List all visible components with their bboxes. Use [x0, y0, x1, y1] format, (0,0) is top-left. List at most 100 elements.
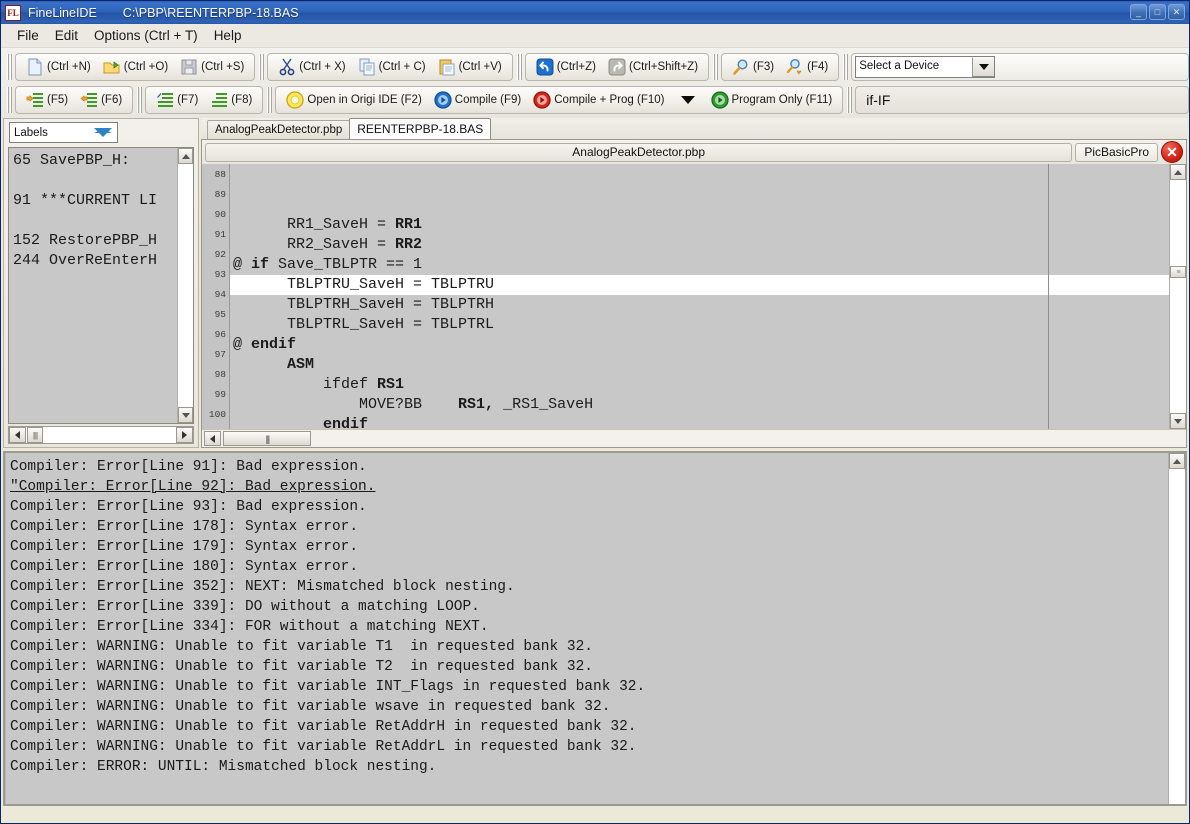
indent-right-button[interactable]: (F5) — [21, 88, 73, 112]
toolbar-grip-icon-2[interactable] — [258, 54, 265, 80]
open-in-original-ide-button[interactable]: Open in Origi IDE (F2) — [281, 88, 426, 112]
compile-button[interactable]: Compile (F9) — [429, 88, 526, 112]
undo-button[interactable]: (Ctrl+Z) — [531, 55, 601, 79]
toolbar-grip-icon-6[interactable] — [6, 87, 13, 113]
output-line[interactable]: Compiler: Error[Line 334]: FOR without a… — [10, 617, 1168, 637]
code-line[interactable]: @ endif — [230, 335, 1169, 355]
program-only-button[interactable]: Program Only (F11) — [706, 88, 838, 112]
indent-left-button[interactable]: (F6) — [75, 88, 127, 112]
code-line[interactable]: ifdef RS1 — [230, 375, 1169, 395]
output-line[interactable]: Compiler: WARNING: Unable to fit variabl… — [10, 637, 1168, 657]
code-text[interactable]: RR1_SaveH = RR1 RR2_SaveH = RR2@ if Save… — [230, 164, 1169, 429]
output-line[interactable]: Compiler: WARNING: Unable to fit variabl… — [10, 677, 1168, 697]
list-item[interactable]: 91 ***CURRENT LI — [13, 191, 177, 211]
copy-button[interactable]: (Ctrl + C) — [353, 55, 431, 79]
scrollbar-track[interactable]: ≡ — [1170, 180, 1186, 413]
code-line[interactable]: RR1_SaveH = RR1 — [230, 215, 1169, 235]
find-next-button[interactable]: (F4) — [781, 55, 833, 79]
scrollbar-track[interactable] — [311, 431, 1184, 446]
code-line[interactable]: TBLPTRH_SaveH = TBLPTRH — [230, 295, 1169, 315]
device-select[interactable]: Select a Device — [855, 56, 995, 78]
code-line[interactable]: @ if Save_TBLPTR == 1 — [230, 255, 1169, 275]
maximize-button[interactable]: □ — [1149, 4, 1166, 20]
paste-button[interactable]: (Ctrl +V) — [433, 55, 507, 79]
scroll-right-button[interactable] — [176, 427, 193, 443]
code-line[interactable]: MOVE?BB RS1, _RS1_SaveH — [230, 395, 1169, 415]
minimize-button[interactable]: _ — [1130, 4, 1147, 20]
scrollbar-thumb[interactable]: |||| — [223, 431, 311, 446]
build-options-dropdown-icon[interactable] — [681, 96, 695, 104]
code-horizontal-scrollbar[interactable]: |||| — [202, 429, 1186, 447]
output-line[interactable]: Compiler: Error[Line 178]: Syntax error. — [10, 517, 1168, 537]
list-item[interactable] — [13, 211, 177, 231]
output-line[interactable]: Compiler: Error[Line 180]: Syntax error. — [10, 557, 1168, 577]
scroll-up-button[interactable] — [1169, 453, 1185, 469]
toolbar-grip-icon[interactable] — [6, 54, 13, 80]
compile-and-program-button[interactable]: Compile + Prog (F10) — [528, 88, 669, 112]
list-item[interactable]: 152 RestorePBP_H — [13, 231, 177, 251]
new-file-button[interactable]: (Ctrl +N) — [21, 55, 96, 79]
labels-list[interactable]: 65 SavePBP_H: 91 ***CURRENT LI 152 Resto… — [9, 148, 177, 423]
scroll-up-button[interactable] — [1170, 164, 1186, 180]
redo-button[interactable]: (Ctrl+Shift+Z) — [603, 55, 703, 79]
scrollbar-track[interactable] — [43, 427, 176, 443]
output-line[interactable]: Compiler: WARNING: Unable to fit variabl… — [10, 717, 1168, 737]
output-line[interactable]: Compiler: WARNING: Unable to fit variabl… — [10, 697, 1168, 717]
labels-horizontal-scrollbar[interactable]: |||| — [8, 426, 194, 444]
device-select-arrow[interactable] — [972, 57, 994, 77]
output-line[interactable]: "Compiler: Error[Line 92]: Bad expressio… — [10, 477, 1168, 497]
list-item[interactable]: 244 OverReEnterH — [13, 251, 177, 271]
scroll-down-button[interactable] — [1170, 413, 1186, 429]
output-line[interactable]: Compiler: Error[Line 352]: NEXT: Mismatc… — [10, 577, 1168, 597]
labels-vertical-scrollbar[interactable] — [177, 148, 193, 423]
menu-item-help[interactable]: Help — [206, 26, 250, 45]
menu-item-edit[interactable]: Edit — [47, 26, 86, 45]
toolbar-grip-icon-9[interactable] — [846, 87, 853, 113]
code-line[interactable]: RR2_SaveH = RR2 — [230, 235, 1169, 255]
scrollbar-thumb[interactable]: |||| — [27, 427, 43, 443]
language-chip[interactable]: PicBasicPro — [1075, 143, 1158, 162]
compiler-output-text[interactable]: Compiler: Error[Line 91]: Bad expression… — [5, 453, 1168, 804]
list-item[interactable]: 65 SavePBP_H: — [13, 151, 177, 171]
scroll-down-button[interactable] — [178, 407, 193, 423]
toolbar-grip-icon-7[interactable] — [136, 87, 143, 113]
tab-reenterpbp[interactable]: REENTERPBP-18.BAS — [349, 118, 491, 139]
output-line[interactable]: Compiler: Error[Line 339]: DO without a … — [10, 597, 1168, 617]
labels-select[interactable]: Labels — [9, 122, 118, 143]
code-line[interactable]: TBLPTRU_SaveH = TBLPTRU — [230, 275, 1169, 295]
toolbar-grip-icon-8[interactable] — [266, 87, 273, 113]
tab-analogpeakdetector[interactable]: AnalogPeakDetector.pbp — [207, 120, 350, 139]
toolbar-grip-icon-3[interactable] — [516, 54, 523, 80]
scrollbar-thumb[interactable]: ≡ — [1170, 266, 1186, 278]
code-line[interactable]: TBLPTRL_SaveH = TBLPTRL — [230, 315, 1169, 335]
scrollbar-track[interactable] — [1169, 469, 1185, 804]
device-select-value[interactable]: Select a Device — [856, 57, 972, 77]
menu-item-file[interactable]: File — [9, 26, 47, 45]
close-button[interactable]: ✕ — [1168, 4, 1185, 20]
scroll-up-button[interactable] — [178, 148, 193, 164]
close-circle-icon[interactable]: ✕ — [1161, 141, 1183, 163]
output-line[interactable]: Compiler: ERROR: UNTIL: Mismatched block… — [10, 757, 1168, 777]
code-line[interactable]: ASM — [230, 355, 1169, 375]
save-file-button[interactable]: (Ctrl +S) — [175, 55, 249, 79]
output-line[interactable]: Compiler: Error[Line 93]: Bad expression… — [10, 497, 1168, 517]
output-line[interactable]: Compiler: WARNING: Unable to fit variabl… — [10, 657, 1168, 677]
list-item[interactable] — [13, 171, 177, 191]
uncomment-button[interactable]: (F8) — [205, 88, 257, 112]
scroll-left-button[interactable] — [9, 427, 26, 443]
toolbar-grip-icon-5[interactable] — [842, 54, 849, 80]
open-file-button[interactable]: (Ctrl +O) — [98, 55, 173, 79]
cut-button[interactable]: (Ctrl + X) — [273, 55, 350, 79]
menu-item-options[interactable]: Options (Ctrl + T) — [86, 26, 206, 45]
code-vertical-scrollbar[interactable]: ≡ — [1169, 164, 1186, 429]
comment-button[interactable]: (F7) — [151, 88, 203, 112]
diamond-dropdown-icon[interactable] — [94, 128, 112, 137]
find-button[interactable]: (F3) — [727, 55, 779, 79]
output-line[interactable]: Compiler: WARNING: Unable to fit variabl… — [10, 737, 1168, 757]
code-line[interactable]: endif — [230, 415, 1169, 429]
toolbar-grip-icon-4[interactable] — [712, 54, 719, 80]
output-vertical-scrollbar[interactable] — [1168, 453, 1185, 804]
scroll-left-button[interactable] — [204, 431, 221, 446]
output-line[interactable]: Compiler: Error[Line 91]: Bad expression… — [10, 457, 1168, 477]
output-line[interactable]: Compiler: Error[Line 179]: Syntax error. — [10, 537, 1168, 557]
